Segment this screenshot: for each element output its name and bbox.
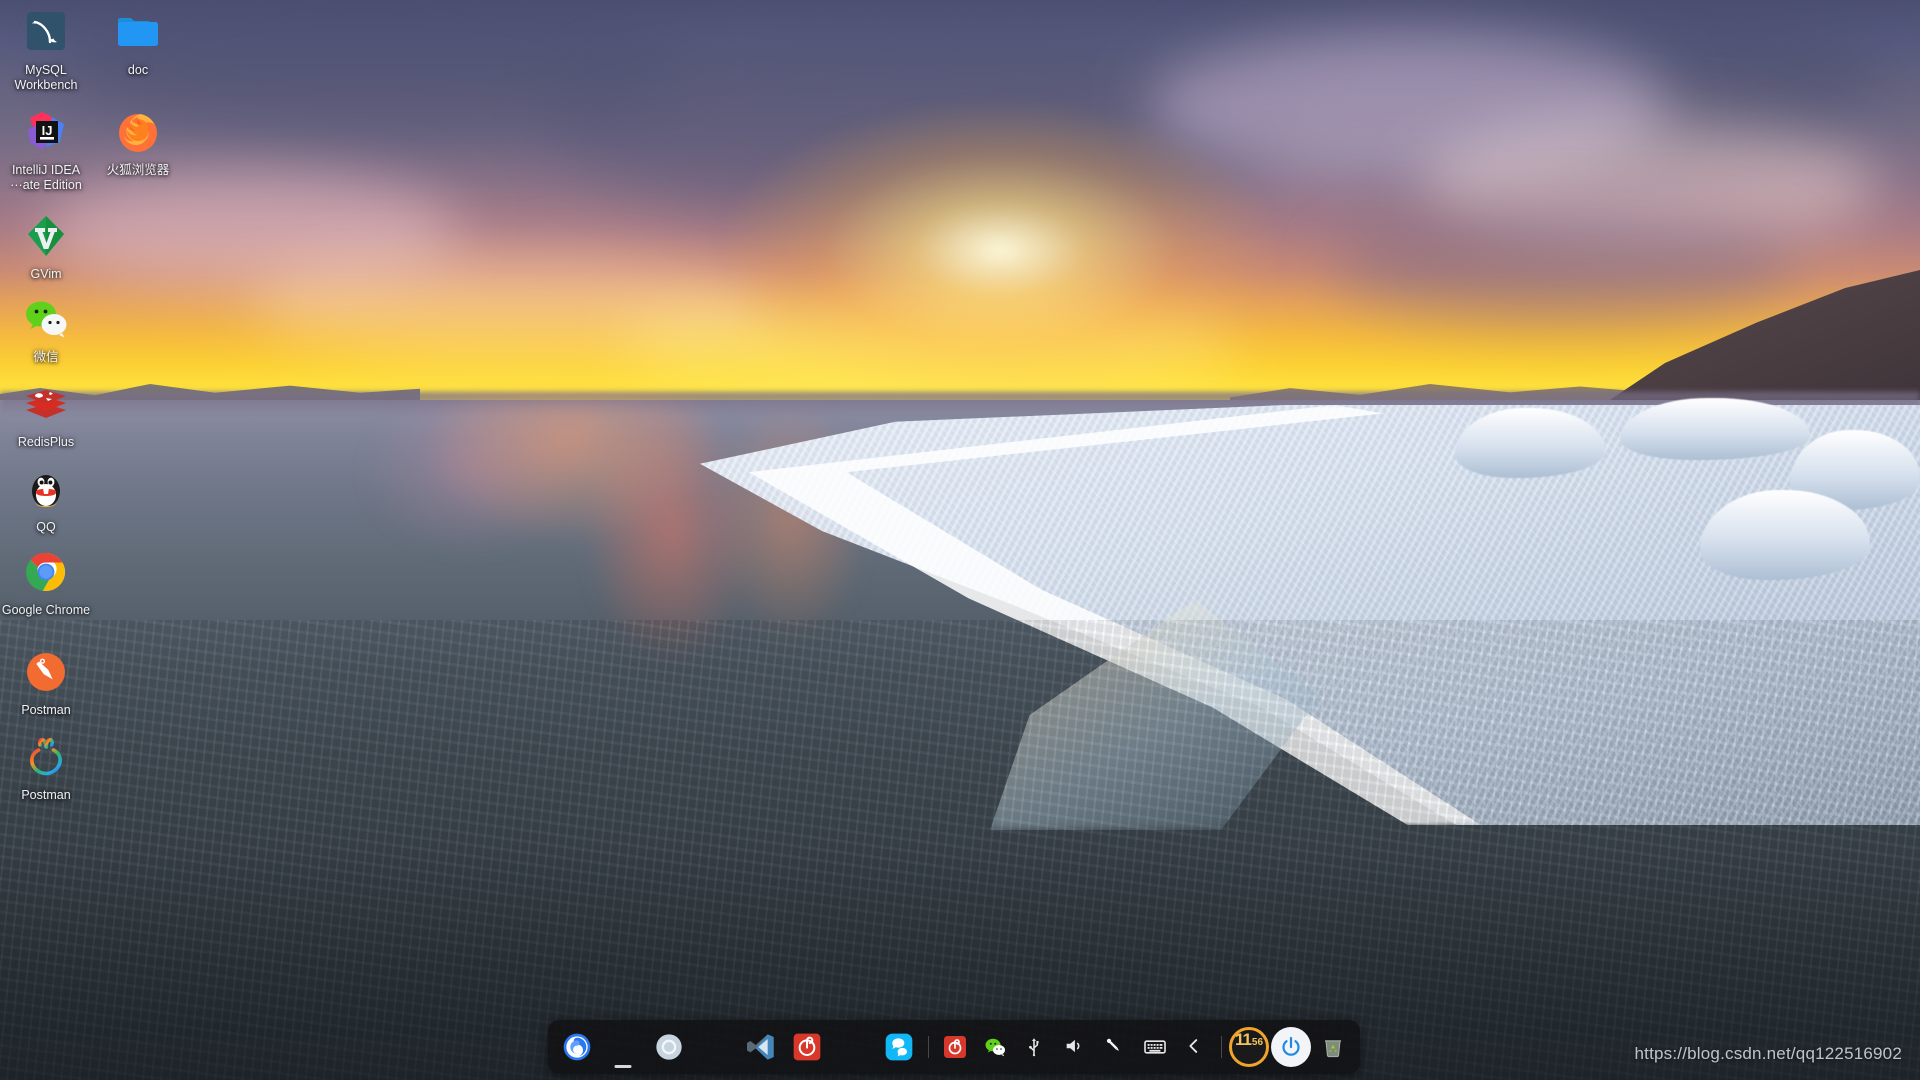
tray-item-chevron-left[interactable] (1176, 1025, 1214, 1069)
trash-icon[interactable] (1313, 1035, 1353, 1059)
deepin-file-manager-icon (561, 1031, 593, 1063)
desktop-wallpaper[interactable] (0, 0, 1920, 1080)
intellij-idea-icon: IJ (22, 108, 70, 156)
desktop-icon-folder-icon[interactable]: doc (92, 8, 184, 78)
dock-item-qq-chat[interactable] (877, 1025, 921, 1069)
desktop-icon-label: Google Chrome (0, 603, 92, 618)
mysql-workbench-icon (22, 8, 70, 56)
desktop-icon-label: doc (92, 63, 184, 78)
keyboard-icon (1143, 1035, 1167, 1059)
qq-icon (22, 465, 70, 513)
postman-icon (22, 648, 70, 696)
desktop-icon-navicat-icon[interactable]: Postman (0, 733, 92, 803)
dock-item-vscode[interactable] (739, 1025, 783, 1069)
gvim-icon (22, 212, 70, 260)
redis-icon (22, 380, 70, 428)
dock-clock-hours: 11 (1235, 1030, 1251, 1050)
desktop-icon-label: Postman (0, 788, 92, 803)
dock-item-google-chrome[interactable] (601, 1025, 645, 1069)
desktop-icon-label: Postman (0, 703, 92, 718)
desktop-icon-label: 微信 (0, 350, 92, 365)
desktop-icon-firefox-icon[interactable]: 火狐浏览器 (92, 108, 184, 178)
desktop-icon-label: MySQL Workbench (0, 63, 92, 92)
desktop-icon-label: GVim (0, 267, 92, 282)
desktop-icon-chrome-icon[interactable]: Google Chrome (0, 548, 92, 618)
svg-text:IJ: IJ (42, 123, 53, 138)
dock-item-postman[interactable] (831, 1025, 875, 1069)
taskbar-dock[interactable]: 11 56 (548, 1020, 1360, 1074)
desktop-icon-label: IntelliJ IDEA ···ate Edition (0, 163, 92, 192)
dock-tray-area (936, 1025, 1214, 1069)
dock-item-intellij-idea[interactable] (693, 1025, 737, 1069)
desktop-icon-intellij-idea-icon[interactable]: IJ IntelliJ IDEA ···ate Edition (0, 108, 92, 192)
vscode-icon (745, 1031, 777, 1063)
dock-clock[interactable]: 11 56 (1229, 1027, 1269, 1067)
google-chrome-icon (607, 1031, 639, 1063)
tray-item-wechat-tray[interactable] (976, 1025, 1014, 1069)
desktop-icon-qq-icon[interactable]: QQ (0, 465, 92, 535)
tray-item-volume[interactable] (1056, 1025, 1094, 1069)
wallpaper-cloud (1330, 210, 1800, 320)
tray-item-usb[interactable] (1016, 1025, 1054, 1069)
dock-item-browser-light[interactable] (647, 1025, 691, 1069)
usb-icon (1023, 1035, 1047, 1059)
chevron-left-icon (1183, 1035, 1207, 1059)
firefox-icon (114, 108, 162, 156)
intellij-idea-icon (699, 1031, 731, 1063)
wallpaper-sun-glow (720, 100, 1280, 400)
wechat-icon (22, 295, 70, 343)
dock-separator (1221, 1036, 1222, 1058)
dock-item-deepin-file-manager[interactable] (555, 1025, 599, 1069)
netease-music-icon (791, 1031, 823, 1063)
chrome-icon (22, 548, 70, 596)
desktop-icon-redis-icon[interactable]: RedisPlus (0, 380, 92, 450)
desktop-icon-wechat-icon[interactable]: 微信 (0, 295, 92, 365)
tray-item-netease-music-tray[interactable] (936, 1025, 974, 1069)
postman-icon (837, 1031, 869, 1063)
watermark-url: https://blog.csdn.net/qq122516902 (1635, 1044, 1902, 1064)
wechat-tray-icon (983, 1035, 1007, 1059)
desktop-icon-mysql-workbench-icon[interactable]: MySQL Workbench (0, 8, 92, 92)
desktop-icon-label: 火狐浏览器 (92, 163, 184, 178)
desktop-icon-gvim-icon[interactable]: GVim (0, 212, 92, 282)
dock-clock-minutes: 56 (1252, 1037, 1263, 1048)
dock-app-area (555, 1025, 921, 1069)
volume-icon (1063, 1035, 1087, 1059)
eyedropper-icon (1103, 1035, 1127, 1059)
tray-item-keyboard[interactable] (1136, 1025, 1174, 1069)
power-button[interactable] (1271, 1027, 1311, 1067)
navicat-icon (22, 733, 70, 781)
folder-icon (114, 8, 162, 56)
netease-music-tray-icon (943, 1035, 967, 1059)
dock-separator (928, 1036, 929, 1058)
qq-chat-icon (883, 1031, 915, 1063)
desktop-icon-label: QQ (0, 520, 92, 535)
desktop-icon-postman-icon[interactable]: Postman (0, 648, 92, 718)
tray-item-eyedropper[interactable] (1096, 1025, 1134, 1069)
desktop-icon-label: RedisPlus (0, 435, 92, 450)
browser-light-icon (653, 1031, 685, 1063)
dock-item-netease-music[interactable] (785, 1025, 829, 1069)
